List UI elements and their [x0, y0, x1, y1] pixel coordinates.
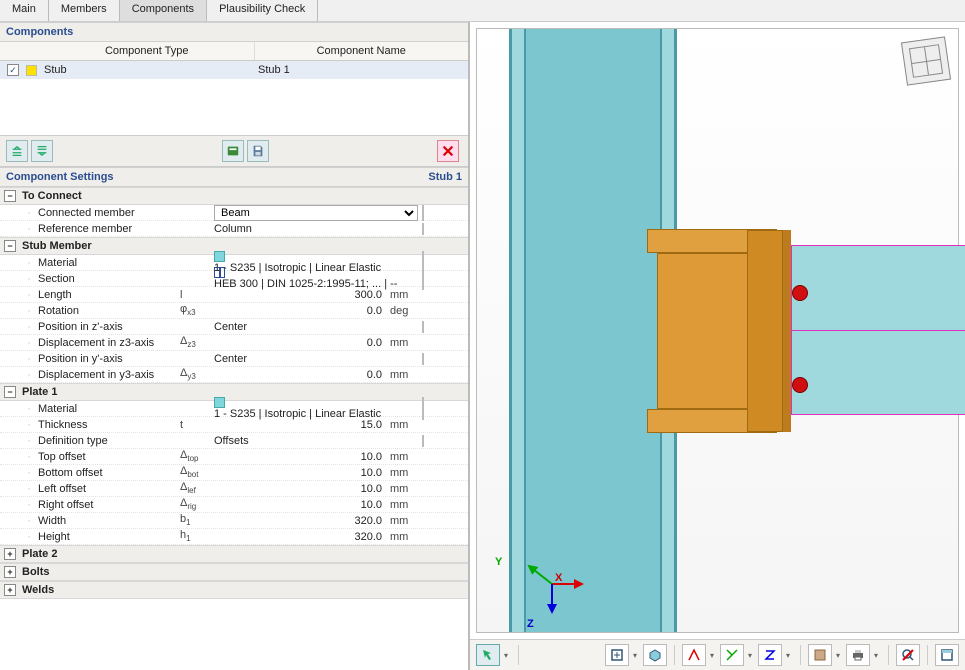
axis-triad-icon	[517, 544, 587, 614]
prop-plate1-top[interactable]: · Top offset Δtop 10.0 mm	[0, 449, 468, 465]
prop-plate1-bot[interactable]: · Bottom offset Δbot 10.0 mm	[0, 465, 468, 481]
expand-icon[interactable]: +	[4, 566, 16, 578]
view-fit-button[interactable]	[605, 644, 629, 666]
tab-plausibility[interactable]: Plausibility Check	[207, 0, 318, 21]
clear-view-button[interactable]	[896, 644, 920, 666]
delete-button[interactable]	[437, 140, 459, 162]
components-table-header: Component Type Component Name	[0, 42, 468, 61]
prop-plate1-height[interactable]: · Height h1 320.0 mm	[0, 529, 468, 545]
viewport-toolbar: ▾ ▾ ▾ ▾ ▾ ▾ ▾	[470, 639, 965, 670]
property-tree: −To Connect · Connected member Beam · Re…	[0, 187, 468, 670]
dropdown-arrow-icon[interactable]: ▾	[835, 651, 843, 660]
new-window-button[interactable]	[935, 644, 959, 666]
prop-plate1-width[interactable]: · Width b1 320.0 mm	[0, 513, 468, 529]
expand-icon[interactable]: +	[4, 548, 16, 560]
group-welds[interactable]: +Welds	[0, 581, 468, 599]
save-button[interactable]	[247, 140, 269, 162]
group-plate-2[interactable]: +Plate 2	[0, 545, 468, 563]
viewport-3d[interactable]: X Y Z	[476, 28, 959, 633]
settings-title: Component Settings	[6, 171, 114, 183]
prop-connected-member: · Connected member Beam	[0, 205, 468, 221]
model-bolt	[792, 285, 808, 301]
tab-main[interactable]: Main	[0, 0, 49, 21]
dropdown-arrow-icon[interactable]: ▾	[785, 651, 793, 660]
axis-label-z: Z	[527, 618, 534, 630]
view-iso-button[interactable]	[643, 644, 667, 666]
dropdown-arrow-icon[interactable]: ▾	[503, 651, 511, 660]
component-color-swatch[interactable]	[26, 65, 37, 76]
connected-member-select[interactable]: Beam	[214, 205, 418, 221]
prop-stub-posz[interactable]: · Position in z'-axis Center	[0, 319, 468, 335]
material-swatch-icon	[214, 251, 225, 262]
prop-stub-posy[interactable]: · Position in y'-axis Center	[0, 351, 468, 367]
model-column	[509, 29, 677, 632]
navigation-cube[interactable]	[904, 39, 948, 83]
move-up-button[interactable]	[6, 140, 28, 162]
expand-icon[interactable]: +	[4, 584, 16, 596]
col-component-type: Component Type	[40, 42, 254, 60]
prop-plate1-deftype[interactable]: · Definition type Offsets	[0, 433, 468, 449]
component-name-cell: Stub 1	[254, 64, 468, 76]
prop-stub-section[interactable]: · Section HEB 300 | DIN 1025-2:1995-11; …	[0, 271, 468, 287]
collapse-icon[interactable]: −	[4, 386, 16, 398]
display-mode-button[interactable]	[808, 644, 832, 666]
library-button[interactable]	[222, 140, 244, 162]
model-beam	[791, 245, 965, 415]
collapse-icon[interactable]: −	[4, 240, 16, 252]
section-icon	[214, 267, 225, 278]
prop-plate1-material[interactable]: · Material 1 - S235 | Isotropic | Linear…	[0, 401, 468, 417]
collapse-icon[interactable]: −	[4, 190, 16, 202]
components-title: Components	[6, 26, 73, 38]
dropdown-arrow-icon[interactable]: ▾	[747, 651, 755, 660]
axis-y-button[interactable]	[720, 644, 744, 666]
print-button[interactable]	[846, 644, 870, 666]
component-type-cell: Stub	[40, 64, 254, 76]
model-end-plate	[783, 230, 791, 432]
components-panel-header: Components	[0, 22, 468, 42]
col-component-name: Component Name	[254, 42, 469, 60]
group-bolts[interactable]: +Bolts	[0, 563, 468, 581]
tab-members[interactable]: Members	[49, 0, 120, 21]
axis-label-x: X	[555, 572, 562, 584]
axis-z-button[interactable]	[758, 644, 782, 666]
model-bolt	[792, 377, 808, 393]
axis-x-button[interactable]	[682, 644, 706, 666]
dropdown-arrow-icon[interactable]: ▾	[632, 651, 640, 660]
prop-plate1-thickness[interactable]: · Thickness t 15.0 mm	[0, 417, 468, 433]
prop-stub-rotation[interactable]: · Rotation φx3 0.0 deg	[0, 303, 468, 319]
axis-label-y: Y	[495, 556, 502, 568]
components-toolbar	[0, 135, 468, 167]
group-to-connect[interactable]: −To Connect	[0, 187, 468, 205]
move-down-button[interactable]	[31, 140, 53, 162]
settings-panel-header: Component Settings Stub 1	[0, 167, 468, 187]
select-mode-button[interactable]	[476, 644, 500, 666]
dropdown-arrow-icon[interactable]: ▾	[873, 651, 881, 660]
dropdown-arrow-icon[interactable]: ▾	[709, 651, 717, 660]
settings-context: Stub 1	[428, 171, 462, 183]
top-tabs: Main Members Components Plausibility Che…	[0, 0, 965, 22]
prop-stub-dz[interactable]: · Displacement in z3-axis Δz3 0.0 mm	[0, 335, 468, 351]
component-row[interactable]: ✓ Stub Stub 1	[0, 61, 468, 79]
prop-plate1-lef[interactable]: · Left offset Δlef 10.0 mm	[0, 481, 468, 497]
prop-stub-length[interactable]: · Length l 300.0 mm	[0, 287, 468, 303]
material-swatch-icon	[214, 397, 225, 408]
component-checkbox[interactable]: ✓	[7, 64, 19, 76]
prop-plate1-rig[interactable]: · Right offset Δrig 10.0 mm	[0, 497, 468, 513]
prop-stub-dy[interactable]: · Displacement in y3-axis Δy3 0.0 mm	[0, 367, 468, 383]
model-stub-end-flange	[747, 230, 783, 432]
tab-components[interactable]: Components	[120, 0, 207, 21]
prop-reference-member: · Reference member Column	[0, 221, 468, 237]
